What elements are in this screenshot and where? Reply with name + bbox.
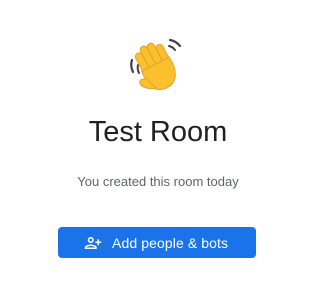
room-title: Test Room [88,116,228,148]
person-add-icon [84,236,102,249]
room-created-subtitle: You created this room today [77,174,239,189]
waving-hand-icon [126,36,186,92]
add-people-button-label: Add people & bots [112,234,229,251]
room-intro: Test Room You created this room today Ad… [0,0,298,289]
add-people-and-bots-button[interactable]: Add people & bots [58,227,256,258]
